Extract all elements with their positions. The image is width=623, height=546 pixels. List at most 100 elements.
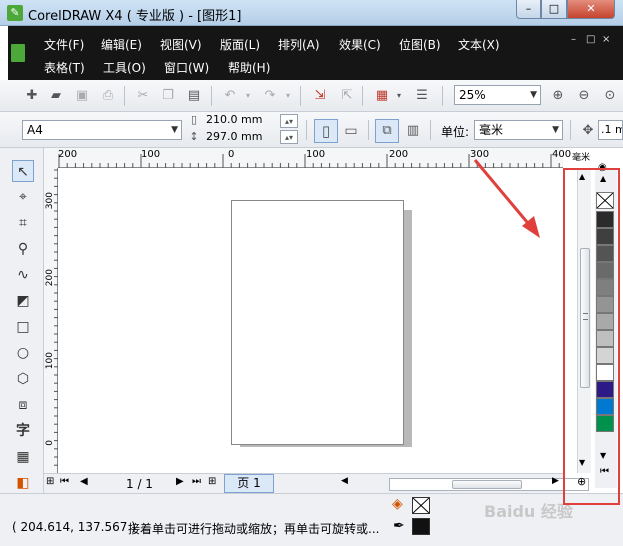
zoom-level-select[interactable]: 25% ▼ xyxy=(454,85,541,105)
previous-page-icon[interactable]: ◀ xyxy=(80,476,88,487)
nudge-distance-field[interactable]: .1 m xyxy=(598,120,623,140)
new-document-icon[interactable]: ✚ xyxy=(22,86,42,106)
horizontal-scroll-thumb[interactable] xyxy=(452,480,522,489)
color-swatch[interactable] xyxy=(596,211,614,228)
document-page[interactable] xyxy=(231,200,404,445)
outline-color-swatch[interactable] xyxy=(412,518,430,535)
menu-layout[interactable]: 版面(L) xyxy=(220,36,260,53)
menu-effects[interactable]: 效果(C) xyxy=(339,36,381,53)
launcher-dropdown-icon[interactable]: ▾ xyxy=(394,86,404,106)
palette-scroll-down-icon[interactable]: ▼ xyxy=(600,451,606,460)
vertical-ruler[interactable]: 300 200 100 0 xyxy=(44,168,58,473)
color-swatch[interactable] xyxy=(596,415,614,432)
menu-table[interactable]: 表格(T) xyxy=(44,59,85,76)
zoom-out-icon[interactable]: ⊖ xyxy=(574,86,594,106)
menu-help[interactable]: 帮助(H) xyxy=(228,59,270,76)
no-color-swatch-icon[interactable] xyxy=(596,192,614,209)
paste-icon[interactable]: ▤ xyxy=(184,86,204,106)
export-icon[interactable]: ⇱ xyxy=(337,86,357,106)
options-icon[interactable]: ☰ xyxy=(412,86,432,106)
menu-file[interactable]: 文件(F) xyxy=(44,36,84,53)
redo-icon[interactable]: ↷ xyxy=(260,86,280,106)
maximize-button[interactable]: □ xyxy=(541,0,567,19)
landscape-orientation-icon[interactable]: ▭ xyxy=(341,121,361,141)
cut-icon[interactable]: ✂ xyxy=(133,86,153,106)
undo-dropdown-icon[interactable]: ▾ xyxy=(243,86,253,106)
zoom-fit-icon[interactable]: ⊙ xyxy=(600,86,620,106)
pick-tool-icon[interactable]: ↖ xyxy=(12,160,34,182)
color-swatch[interactable] xyxy=(596,228,614,245)
scroll-up-icon[interactable]: ▲ xyxy=(579,172,585,181)
color-swatch[interactable] xyxy=(596,364,614,381)
import-icon[interactable]: ⇲ xyxy=(310,86,330,106)
width-spinner-icon[interactable]: ▴▾ xyxy=(280,114,298,128)
menu-edit[interactable]: 编辑(E) xyxy=(101,36,142,53)
color-swatch[interactable] xyxy=(596,313,614,330)
doc-restore-button[interactable]: □ xyxy=(586,34,595,45)
add-page-after-icon[interactable]: ⊞ xyxy=(208,476,216,487)
color-swatch[interactable] xyxy=(596,398,614,415)
application-launcher-icon[interactable]: ▦ xyxy=(372,86,392,106)
copy-icon[interactable]: ❐ xyxy=(158,86,178,106)
paper-size-select[interactable]: A4 ▼ xyxy=(22,120,182,140)
page-height-field[interactable]: 297.0 mm xyxy=(202,130,278,146)
vertical-scroll-thumb[interactable] xyxy=(580,248,590,388)
page-tab[interactable]: 页 1 xyxy=(224,474,274,493)
page-width-field[interactable]: 210.0 mm xyxy=(202,113,278,129)
shape-tool-icon[interactable]: ⌖ xyxy=(12,186,34,208)
last-page-icon[interactable]: ⏭ xyxy=(192,476,201,487)
freehand-tool-icon[interactable]: ∿ xyxy=(12,264,34,286)
next-page-icon[interactable]: ▶ xyxy=(176,476,184,487)
all-pages-layout-icon[interactable]: ⧉ xyxy=(375,119,399,143)
menu-window[interactable]: 窗口(W) xyxy=(164,59,209,76)
menu-text[interactable]: 文本(X) xyxy=(458,36,500,53)
color-swatch[interactable] xyxy=(596,330,614,347)
horizontal-ruler[interactable]: 200 100 0 100 200 300 400 xyxy=(58,148,571,168)
scroll-left-icon[interactable]: ◀ xyxy=(341,476,348,486)
doc-close-button[interactable]: × xyxy=(602,34,610,45)
fill-none-swatch[interactable] xyxy=(412,497,430,514)
table-tool-icon[interactable]: ▦ xyxy=(12,446,34,468)
color-swatch[interactable] xyxy=(596,347,614,364)
open-folder-icon[interactable]: ▰ xyxy=(46,86,66,106)
scroll-down-icon[interactable]: ▼ xyxy=(579,458,585,467)
basic-shapes-tool-icon[interactable]: ⧈ xyxy=(12,394,34,416)
vertical-scrollbar[interactable]: ▲ ▼ xyxy=(577,168,591,473)
height-spinner-icon[interactable]: ▴▾ xyxy=(280,130,298,144)
palette-scroll-up-icon[interactable]: ▲ xyxy=(600,174,606,183)
menu-bitmaps[interactable]: 位图(B) xyxy=(399,36,441,53)
color-swatch[interactable] xyxy=(596,262,614,279)
doc-minimize-button[interactable]: – xyxy=(571,34,576,45)
minimize-button[interactable]: – xyxy=(516,0,541,19)
first-page-icon[interactable]: ⏮ xyxy=(60,476,69,487)
palette-flyout-icon[interactable]: ◉ xyxy=(598,162,607,173)
color-swatch[interactable] xyxy=(596,245,614,262)
palette-expand-icon[interactable]: ⏮ xyxy=(600,466,609,477)
ellipse-tool-icon[interactable]: ○ xyxy=(12,342,34,364)
color-swatch[interactable] xyxy=(596,381,614,398)
zoom-tool-icon[interactable]: ⚲ xyxy=(12,238,34,260)
add-page-before-icon[interactable]: ⊞ xyxy=(46,476,54,487)
interactive-fill-tool-icon[interactable]: ◧ xyxy=(12,472,34,494)
menu-view[interactable]: 视图(V) xyxy=(160,36,202,53)
document-icon[interactable] xyxy=(11,44,25,62)
ruler-corner[interactable] xyxy=(44,148,58,168)
color-swatch[interactable] xyxy=(596,279,614,296)
portrait-orientation-icon[interactable]: ▯ xyxy=(314,119,338,143)
scroll-right-icon[interactable]: ▶ xyxy=(552,476,559,486)
rectangle-tool-icon[interactable]: □ xyxy=(12,316,34,338)
smart-fill-tool-icon[interactable]: ◩ xyxy=(12,290,34,312)
close-button[interactable]: ✕ xyxy=(567,0,615,19)
undo-icon[interactable]: ↶ xyxy=(220,86,240,106)
redo-dropdown-icon[interactable]: ▾ xyxy=(283,86,293,106)
horizontal-scrollbar[interactable] xyxy=(389,478,589,491)
polygon-tool-icon[interactable]: ⬡ xyxy=(12,368,34,390)
crop-tool-icon[interactable]: ⌗ xyxy=(12,212,34,234)
zoom-navigator-icon[interactable]: ⊕ xyxy=(577,475,586,488)
units-select[interactable]: 毫米 ▼ xyxy=(474,120,563,140)
menu-tools[interactable]: 工具(O) xyxy=(103,59,146,76)
print-icon[interactable]: ⎙ xyxy=(98,86,118,106)
zoom-in-icon[interactable]: ⊕ xyxy=(548,86,568,106)
color-swatch[interactable] xyxy=(596,296,614,313)
menu-arrange[interactable]: 排列(A) xyxy=(278,36,320,53)
